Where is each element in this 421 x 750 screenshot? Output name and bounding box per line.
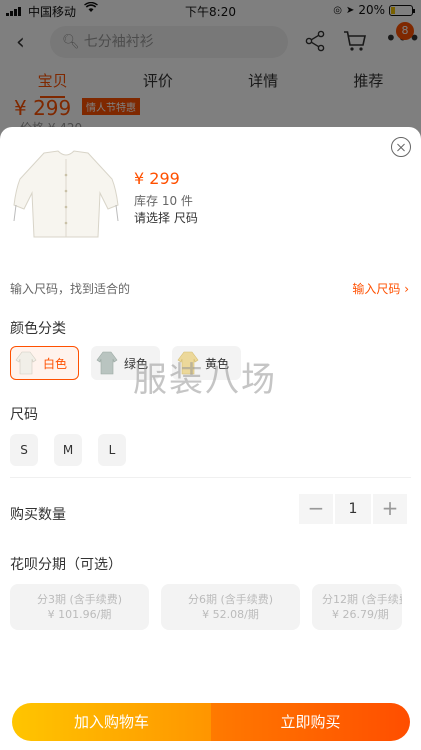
size-finder-link[interactable]: 输入尺码 › [352, 280, 409, 297]
installment-term: 分12期 (含手续费) [322, 593, 402, 606]
color-option-white[interactable]: 白色 [10, 346, 79, 380]
size-finder-tip: 输入尺码，找到适合的 [10, 282, 131, 296]
size-options: S M L [10, 434, 126, 466]
installment-term: 分6期 (含手续费) [187, 593, 274, 606]
installment-amount: ¥ 26.79/期 [332, 608, 389, 621]
quantity-section-title: 购买数量 [10, 507, 66, 523]
installment-amount: ¥ 101.96/期 [47, 608, 112, 621]
quantity-plus-button[interactable]: + [373, 494, 407, 524]
watermark-text: 服装八场 [133, 360, 277, 400]
quantity-stepper: − 1 + [299, 494, 407, 524]
add-to-cart-button[interactable]: 加入购物车 [12, 703, 211, 741]
divider [10, 477, 411, 478]
size-section-title: 尺码 [10, 407, 38, 423]
installment-amount: ¥ 52.08/期 [202, 608, 259, 621]
size-finder-link-label: 输入尺码 [352, 282, 401, 296]
installment-options: 分3期 (含手续费) ¥ 101.96/期 分6期 (含手续费) ¥ 52.08… [10, 584, 402, 630]
size-option-m[interactable]: M [54, 434, 82, 466]
sku-price: ¥ 299 [134, 169, 180, 188]
color-option-label: 白色 [43, 356, 68, 371]
chevron-right-icon: › [404, 282, 409, 296]
sku-selection-sheet: ¥ 299 库存 10 件 请选择 尺码 输入尺码，找到适合的 输入尺码 › 颜… [0, 127, 421, 750]
buy-now-button[interactable]: 立即购买 [211, 703, 410, 741]
action-buttons: 加入购物车 立即购买 [12, 703, 410, 741]
product-thumbnail [13, 150, 119, 238]
installment-option-3[interactable]: 分3期 (含手续费) ¥ 101.96/期 [10, 584, 149, 630]
white-shirt-thumbnail [15, 351, 37, 375]
installment-option-6[interactable]: 分6期 (含手续费) ¥ 52.08/期 [161, 584, 300, 630]
installment-option-12[interactable]: 分12期 (含手续费) ¥ 26.79/期 [312, 584, 402, 630]
stock-count: 库存 10 件 [134, 194, 193, 208]
close-icon[interactable] [391, 137, 411, 157]
color-section-title: 颜色分类 [10, 321, 66, 337]
size-option-l[interactable]: L [98, 434, 126, 466]
size-option-s[interactable]: S [10, 434, 38, 466]
quantity-minus-button[interactable]: − [299, 494, 333, 524]
quantity-input[interactable]: 1 [335, 494, 371, 524]
selection-hint: 请选择 尺码 [134, 211, 198, 225]
installment-section-title: 花呗分期（可选） [10, 557, 122, 573]
green-shirt-thumbnail [96, 351, 118, 375]
installment-term: 分3期 (含手续费) [36, 593, 123, 606]
